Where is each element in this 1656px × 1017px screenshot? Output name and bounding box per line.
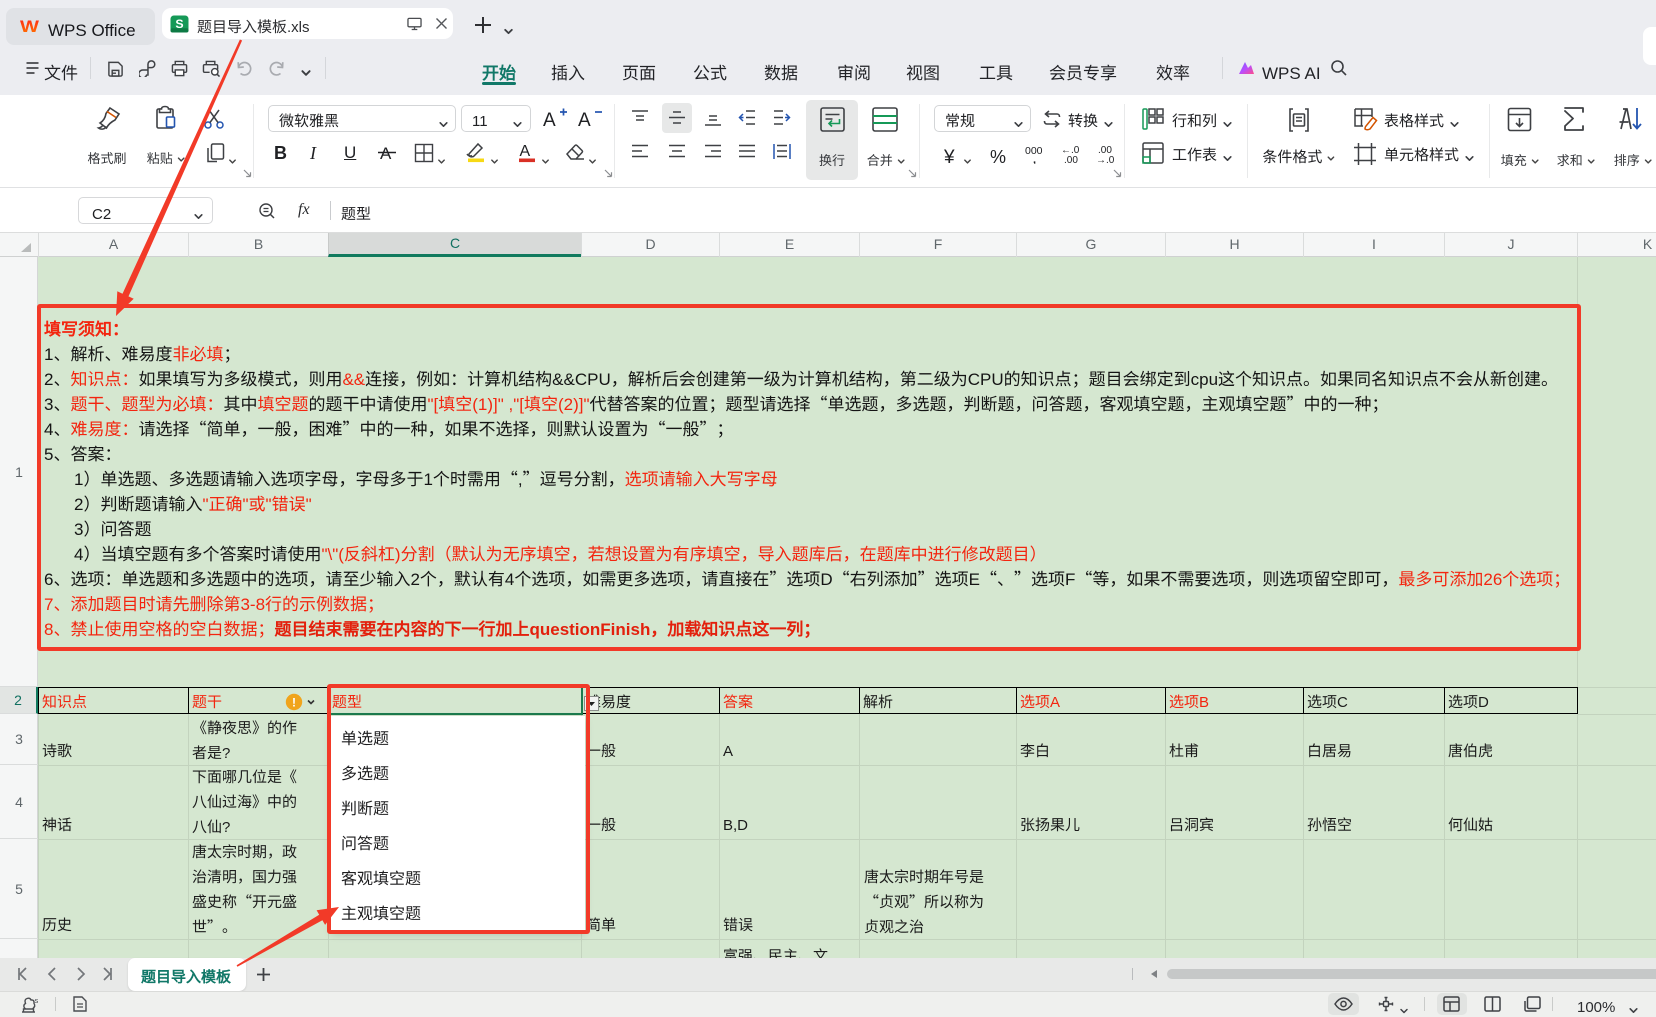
svg-text:A: A — [380, 144, 392, 163]
svg-text:→.0: →.0 — [1096, 155, 1115, 164]
svg-text:A: A — [520, 143, 531, 160]
svg-text:!: ! — [292, 696, 296, 710]
svg-text:A: A — [578, 110, 591, 129]
svg-text:A: A — [543, 110, 556, 129]
svg-text:,: , — [1033, 154, 1036, 164]
svg-text:S: S — [175, 17, 183, 31]
svg-text:s: s — [35, 996, 39, 1005]
svg-text:.00: .00 — [1064, 155, 1078, 164]
svg-text:W: W — [20, 16, 39, 35]
